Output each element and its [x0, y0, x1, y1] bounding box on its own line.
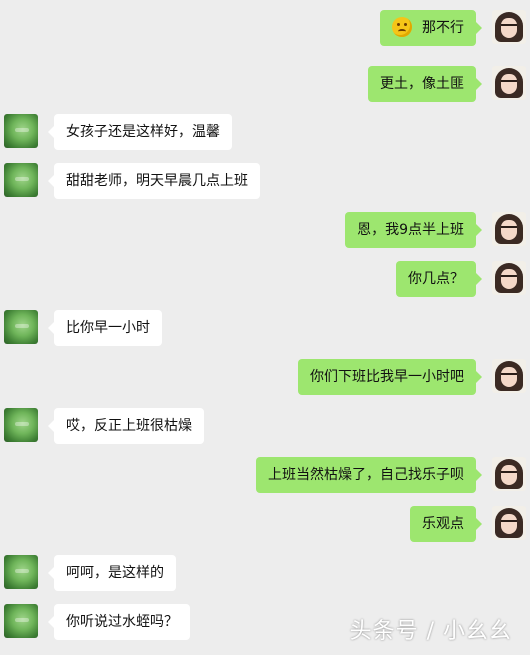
- message-text: 那不行: [422, 20, 464, 36]
- message-bubble-received[interactable]: 你听说过水蛭吗？: [48, 604, 190, 640]
- message-row: 甜甜老师，明天早晨几点上班: [0, 163, 530, 199]
- message-bubble-sent[interactable]: 乐观点: [410, 506, 482, 542]
- avatar-receiver[interactable]: [4, 604, 38, 638]
- avatar-sender[interactable]: [492, 10, 526, 44]
- message-row: 恩，我9点半上班: [0, 212, 530, 248]
- message-row: 比你早一小时: [0, 310, 530, 346]
- message-bubble-received[interactable]: 甜甜老师，明天早晨几点上班: [48, 163, 260, 199]
- message-row: 你们下班比我早一小时吧: [0, 359, 530, 395]
- thinking-emoji-icon: [392, 17, 412, 37]
- message-row: 更土，像土匪: [0, 66, 530, 102]
- message-row: 呵呵，是这样的: [0, 555, 530, 591]
- message-bubble-sent[interactable]: 更土，像土匪: [368, 66, 482, 102]
- message-text: 你们下班比我早一小时吧: [310, 369, 464, 385]
- message-bubble-sent[interactable]: 那不行: [380, 10, 482, 46]
- message-row: 你几点？: [0, 261, 530, 297]
- avatar-receiver[interactable]: [4, 114, 38, 148]
- message-text: 恩，我9点半上班: [357, 222, 464, 238]
- message-row: 哎，反正上班很枯燥: [0, 408, 530, 444]
- message-row: 上班当然枯燥了，自己找乐子呗: [0, 457, 530, 493]
- message-row: 女孩子还是这样好，温馨: [0, 114, 530, 150]
- message-text: 呵呵，是这样的: [66, 565, 164, 581]
- message-text: 甜甜老师，明天早晨几点上班: [66, 173, 248, 189]
- message-bubble-received[interactable]: 女孩子还是这样好，温馨: [48, 114, 232, 150]
- avatar-sender[interactable]: [492, 261, 526, 295]
- avatar-sender[interactable]: [492, 457, 526, 491]
- message-bubble-received[interactable]: 比你早一小时: [48, 310, 162, 346]
- message-text: 乐观点: [422, 516, 464, 532]
- message-row: 那不行: [0, 10, 530, 46]
- avatar-sender[interactable]: [492, 359, 526, 393]
- watermark: 头条号 / 小幺幺: [349, 619, 512, 644]
- message-bubble-sent[interactable]: 恩，我9点半上班: [345, 212, 482, 248]
- message-text: 哎，反正上班很枯燥: [66, 418, 192, 434]
- avatar-receiver[interactable]: [4, 163, 38, 197]
- message-bubble-sent[interactable]: 你几点？: [396, 261, 482, 297]
- message-bubble-received[interactable]: 呵呵，是这样的: [48, 555, 176, 591]
- message-bubble-sent[interactable]: 上班当然枯燥了，自己找乐子呗: [256, 457, 482, 493]
- message-row: 乐观点: [0, 506, 530, 542]
- avatar-sender[interactable]: [492, 212, 526, 246]
- message-text: 女孩子还是这样好，温馨: [66, 124, 220, 140]
- avatar-sender[interactable]: [492, 66, 526, 100]
- message-bubble-sent[interactable]: 你们下班比我早一小时吧: [298, 359, 482, 395]
- avatar-receiver[interactable]: [4, 310, 38, 344]
- avatar-receiver[interactable]: [4, 555, 38, 589]
- avatar-sender[interactable]: [492, 506, 526, 540]
- message-bubble-received[interactable]: 哎，反正上班很枯燥: [48, 408, 204, 444]
- avatar-receiver[interactable]: [4, 408, 38, 442]
- message-text: 上班当然枯燥了，自己找乐子呗: [268, 467, 464, 483]
- message-text: 比你早一小时: [66, 320, 150, 336]
- message-text: 你听说过水蛭吗？: [66, 614, 178, 630]
- message-text: 你几点？: [408, 271, 464, 287]
- message-text: 更土，像土匪: [380, 76, 464, 92]
